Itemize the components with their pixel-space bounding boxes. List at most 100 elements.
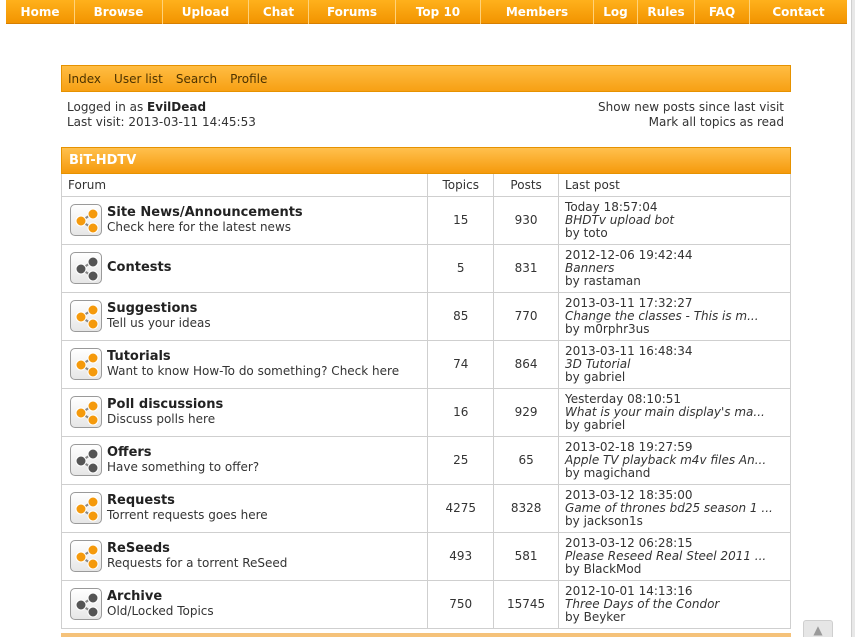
topics-count: 15 <box>427 196 495 245</box>
forum-name-link[interactable]: ReSeeds <box>107 542 287 556</box>
posts-count: 864 <box>493 340 560 389</box>
posts-column-header: Posts <box>493 174 560 197</box>
last-post-by: by <box>565 513 584 528</box>
last-post-cell: 2012-10-01 14:13:16 Three Days of the Con… <box>558 580 791 629</box>
last-post-by: by <box>565 273 584 288</box>
nav-home[interactable]: Home <box>6 0 75 24</box>
last-post-by: by <box>565 465 584 480</box>
last-post-user-link[interactable]: BlackMod <box>584 562 642 576</box>
last-post-date: 2012-12-06 19:42:44 <box>565 247 693 262</box>
nav-log[interactable]: Log <box>594 0 638 24</box>
subnav-profile[interactable]: Profile <box>230 72 267 86</box>
forum-cell: Offers Have something to offer? <box>61 436 429 485</box>
last-post-user-link[interactable]: jackson1s <box>584 514 643 528</box>
forum-cell: Suggestions Tell us your ideas <box>61 292 429 341</box>
nav-rules[interactable]: Rules <box>638 0 695 24</box>
forum-row: Site News/Announcements Check here for th… <box>61 196 791 245</box>
last-post-cell: Yesterday 08:10:51 What is your main disp… <box>558 388 791 437</box>
posts-count: 929 <box>493 388 560 437</box>
topics-count: 85 <box>427 292 495 341</box>
forum-description: Check here for the latest news <box>107 220 292 234</box>
last-post-by: by <box>565 225 584 240</box>
forum-description: Torrent requests goes here <box>107 508 268 522</box>
last-post-cell: 2013-03-11 16:48:34 3D Tutorial by gabriel <box>558 340 791 389</box>
subnav-search[interactable]: Search <box>176 72 217 86</box>
last-post-cell: 2013-02-18 19:27:59 Apple TV playback m4v… <box>558 436 791 485</box>
nav-chat[interactable]: Chat <box>249 0 309 24</box>
last-post-by: by <box>565 369 584 384</box>
forum-no-new-posts-icon <box>70 444 102 476</box>
last-post-cell: 2013-03-12 18:35:00 Game of thrones bd25 … <box>558 484 791 533</box>
forum-actions: Show new posts since last visit Mark all… <box>598 100 784 130</box>
nav-browse[interactable]: Browse <box>75 0 163 24</box>
forum-sub-navigation: Index User list Search Profile <box>61 65 791 92</box>
last-visit: Last visit: 2013-03-11 14:45:53 <box>67 115 256 129</box>
forum-name-link[interactable]: Requests <box>107 494 268 508</box>
last-post-date: 2013-03-12 06:28:15 <box>565 535 693 550</box>
mark-all-read-link[interactable]: Mark all topics as read <box>598 115 784 130</box>
topics-count: 16 <box>427 388 495 437</box>
last-post-user-link[interactable]: m0rphr3us <box>584 322 650 336</box>
forum-no-new-posts-icon <box>70 252 102 284</box>
username[interactable]: EvilDead <box>147 100 206 114</box>
forum-name-link[interactable]: Offers <box>107 446 259 460</box>
forum-name-link[interactable]: Contests <box>107 261 171 275</box>
forum-cell: Poll discussions Discuss polls here <box>61 388 429 437</box>
last-post-cell: Today 18:57:04 BHDTv upload bot by toto <box>558 196 791 245</box>
last-post-date: 2013-02-18 19:27:59 <box>565 439 693 454</box>
last-post-user-link[interactable]: gabriel <box>584 370 626 384</box>
forum-row: Archive Old/Locked Topics 750 15745 2012-10-… <box>61 580 791 629</box>
forum-column-header: Forum <box>61 174 429 197</box>
window-edge <box>851 0 855 637</box>
last-post-user-link[interactable]: Beyker <box>584 610 626 624</box>
scroll-up-icon[interactable]: ▲ <box>803 620 833 637</box>
forum-name-link[interactable]: Poll discussions <box>107 398 223 412</box>
forum-cell: ReSeeds Requests for a torrent ReSeed <box>61 532 429 581</box>
last-post-date: 2013-03-11 17:32:27 <box>565 295 693 310</box>
forum-row: Offers Have something to offer? 25 65 2013-0… <box>61 436 791 485</box>
forum-name-link[interactable]: Archive <box>107 590 214 604</box>
subnav-user-list[interactable]: User list <box>114 72 163 86</box>
top-navigation: Home Browse Upload Chat Forums Top 10 Members L… <box>6 0 847 24</box>
subnav-index[interactable]: Index <box>68 72 101 86</box>
nav-members[interactable]: Members <box>481 0 594 24</box>
posts-count: 65 <box>493 436 560 485</box>
forum-description: Requests for a torrent ReSeed <box>107 556 288 570</box>
nav-top-10[interactable]: Top 10 <box>396 0 481 24</box>
last-post-date: 2013-03-11 16:48:34 <box>565 343 693 358</box>
last-post-user-link[interactable]: gabriel <box>584 418 626 432</box>
last-post-cell: 2013-03-12 06:28:15 Please Reseed Real St… <box>558 532 791 581</box>
category-header: BiT-HDTV <box>61 147 791 174</box>
forum-row: Suggestions Tell us your ideas 85 770 2013-0… <box>61 292 791 341</box>
forum-name-link[interactable]: Tutorials <box>107 350 399 364</box>
forum-description: Tell us your ideas <box>107 316 211 330</box>
last-post-user-link[interactable]: toto <box>584 226 608 240</box>
forum-new-posts-icon <box>70 348 102 380</box>
forum-name-link[interactable]: Suggestions <box>107 302 211 316</box>
last-post-cell: 2012-12-06 19:42:44 Banners by rastaman <box>558 244 791 293</box>
last-post-user-link[interactable]: rastaman <box>584 274 641 288</box>
forum-table: Forum Topics Posts Last post Site News/A… <box>61 174 791 629</box>
forum-description: Want to know How-To do something? Check … <box>107 364 400 378</box>
forum-description: Discuss polls here <box>107 412 216 426</box>
topics-count: 5 <box>427 244 495 293</box>
forum-name-link[interactable]: Site News/Announcements <box>107 206 303 220</box>
category-footer <box>61 633 791 637</box>
nav-upload[interactable]: Upload <box>163 0 249 24</box>
last-post-user-link[interactable]: magichand <box>584 466 651 480</box>
nav-faq[interactable]: FAQ <box>695 0 750 24</box>
forum-new-posts-icon <box>70 396 102 428</box>
forum-no-new-posts-icon <box>70 588 102 620</box>
nav-contact[interactable]: Contact <box>750 0 847 24</box>
last-post-by: by <box>565 417 584 432</box>
posts-count: 8328 <box>493 484 560 533</box>
show-new-posts-link[interactable]: Show new posts since last visit <box>598 100 784 115</box>
forum-cell: Archive Old/Locked Topics <box>61 580 429 629</box>
nav-forums[interactable]: Forums <box>309 0 396 24</box>
last-post-by: by <box>565 561 584 576</box>
forum-new-posts-icon <box>70 300 102 332</box>
topics-count: 25 <box>427 436 495 485</box>
logged-in-line: Logged in as EvilDead <box>67 100 256 115</box>
forum-row: Requests Torrent requests goes here 4275 83… <box>61 484 791 533</box>
table-header-row: Forum Topics Posts Last post <box>61 174 791 197</box>
